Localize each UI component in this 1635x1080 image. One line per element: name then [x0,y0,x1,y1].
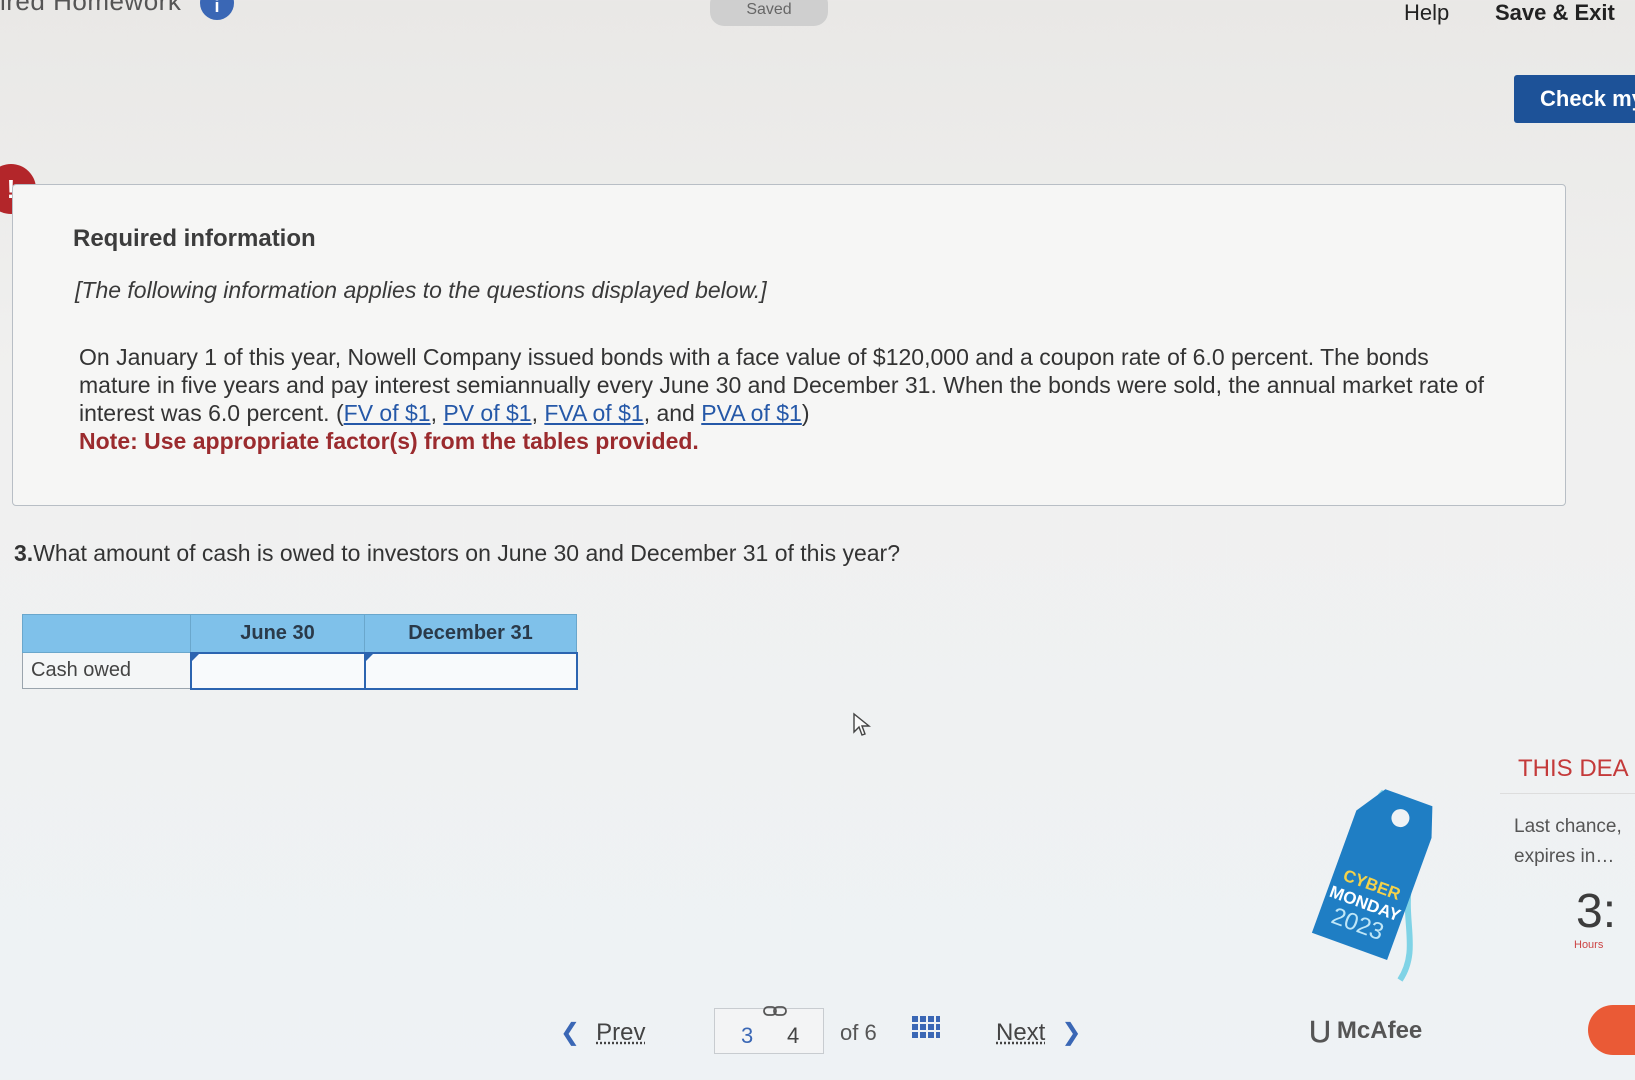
fva-table-link[interactable]: FVA of $1 [544,400,643,426]
mcafee-brand: McAfee [1336,1017,1423,1044]
promo-countdown: 3: [1576,885,1617,938]
problem-statement: On January 1 of this year, Nowell Compan… [79,343,1499,455]
required-information-panel: Required information [The following info… [12,184,1566,506]
chevron-left-icon: ❮ [560,1019,581,1046]
saved-status-badge: Saved [710,0,828,26]
promo-text: Last chance, expires in… [1500,812,1635,872]
chevron-right-icon: ❯ [1061,1019,1082,1046]
top-bar: ired Homework i Saved Help Save & Exit [0,0,1635,40]
table-row: Cash owed [22,651,578,690]
next-button[interactable]: Next ❯ [996,1018,1081,1047]
pva-table-link[interactable]: PVA of $1 [701,400,802,426]
promo-panel: THIS DEA Last chance, expires in… 3: Hou… [1500,755,1635,951]
header-december-31: December 31 [364,614,577,653]
page-indicator: 3 4 [714,1006,824,1054]
link-icon [763,1006,787,1016]
table-header-row: June 30 December 31 [22,614,577,653]
help-link[interactable]: Help [1404,0,1449,26]
save-exit-button[interactable]: Save & Exit [1495,0,1615,26]
note-text: Note: Use appropriate factor(s) from the… [79,428,699,454]
assignment-title: ired Homework [0,0,182,16]
header-june-30: June 30 [190,614,365,653]
promo-hours-label: Hours [1574,939,1604,951]
promo-title: THIS DEA [1500,755,1635,794]
cyber-monday-tag-icon[interactable]: CYBER MONDAY 2023 [1290,780,1450,990]
shield-icon: ⋃ [1310,1017,1331,1044]
fv-table-link[interactable]: FV of $1 [344,400,431,426]
question-text: What amount of cash is owed to investors… [33,540,900,566]
promo-text-line-2: expires in… [1514,846,1615,867]
pv-table-link[interactable]: PV of $1 [443,400,531,426]
page-total: of 6 [840,1020,877,1045]
and-word: and [656,400,695,426]
answer-table: June 30 December 31 Cash owed [22,614,578,690]
page-4-button[interactable]: 4 [787,1023,799,1049]
december-31-input[interactable] [363,651,578,690]
check-my-work-button[interactable]: Check my [1514,75,1635,123]
prev-label: Prev [596,1019,646,1046]
next-label: Next [996,1019,1046,1046]
mcafee-logo: ⋃ McAfee [1310,1016,1422,1045]
prev-button[interactable]: ❮ Prev [560,1018,645,1047]
row-label-cash-owed: Cash owed [22,652,191,689]
header-blank [22,614,191,653]
page-3-button[interactable]: 3 [741,1023,753,1049]
promo-text-line-1: Last chance, [1514,816,1622,837]
question-prompt: 3.What amount of cash is owed to investo… [14,540,900,567]
mouse-cursor-icon [853,712,871,736]
info-icon[interactable]: i [200,0,234,20]
promo-cta-button[interactable] [1588,1005,1635,1055]
june-30-input[interactable] [189,651,366,690]
grid-icon[interactable] [912,1016,940,1044]
required-info-subtitle: [The following information applies to th… [75,277,767,303]
question-number: 3. [14,540,34,566]
required-info-title: Required information [73,225,316,252]
